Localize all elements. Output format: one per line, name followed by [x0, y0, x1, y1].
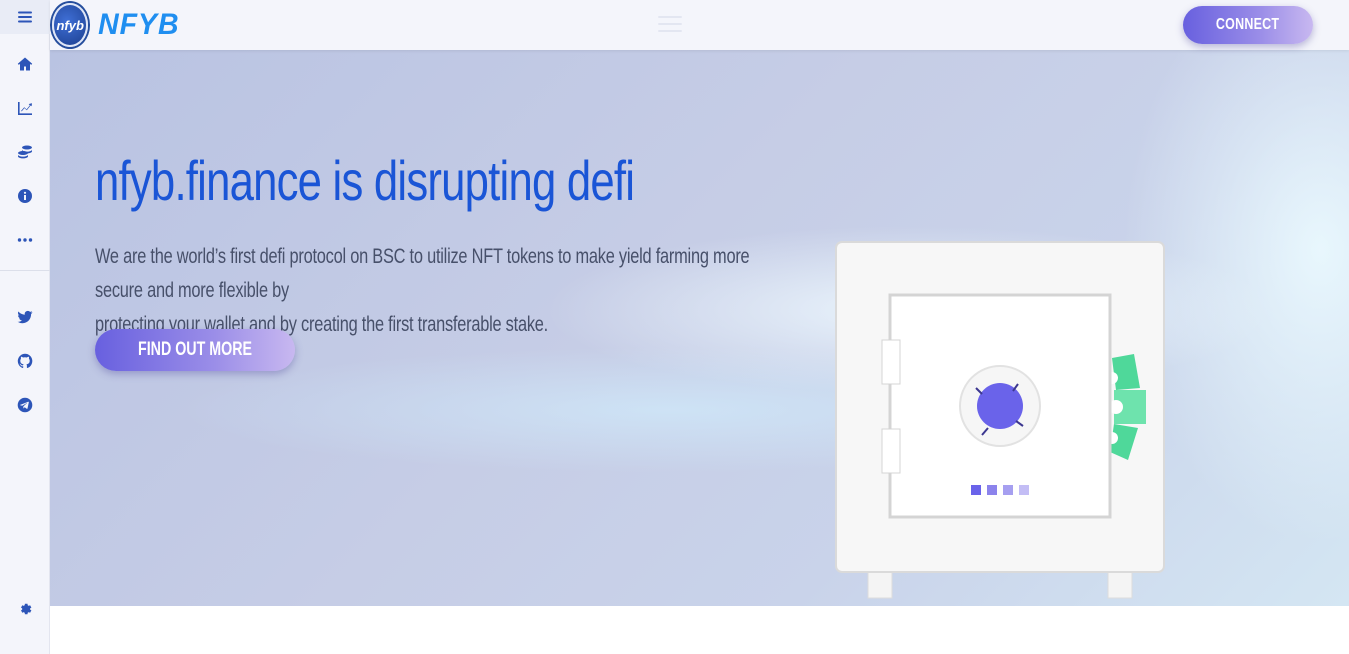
connect-button-label: CONNECT — [1216, 16, 1280, 33]
sidebar-item-more[interactable] — [0, 223, 50, 257]
coins-icon — [18, 145, 32, 159]
ellipsis-icon — [17, 238, 33, 242]
hamburger-icon — [658, 16, 682, 34]
logo[interactable]: nfyb NFYB — [52, 2, 182, 48]
sidebar-item-coins[interactable] — [0, 135, 50, 169]
sidebar-item-info[interactable] — [0, 179, 50, 213]
chart-line-icon — [18, 102, 32, 115]
logo-mark: nfyb — [52, 3, 89, 47]
safe-illustration — [835, 241, 1165, 599]
hero-description-line-1: We are the world’s first defi protocol o… — [95, 245, 750, 302]
sidebar-item-telegram[interactable] — [0, 388, 50, 422]
hero-section: nfyb.finance is disrupting defi We are t… — [50, 50, 1349, 606]
menu-toggle-button[interactable] — [0, 0, 50, 34]
hero-description: We are the world’s first defi protocol o… — [95, 240, 797, 342]
bars-icon — [18, 11, 32, 23]
logo-text: NFYB — [98, 8, 180, 41]
find-out-more-button[interactable]: FIND OUT MORE — [95, 329, 295, 371]
sidebar — [0, 0, 50, 654]
info-icon — [18, 189, 32, 203]
content-area — [50, 606, 1349, 654]
sidebar-item-settings[interactable] — [0, 592, 50, 626]
telegram-icon — [17, 397, 33, 413]
top-header: nfyb NFYB CONNECT — [50, 0, 1349, 50]
sidebar-item-twitter[interactable] — [0, 300, 50, 334]
sidebar-item-github[interactable] — [0, 344, 50, 378]
connect-wallet-button[interactable]: CONNECT — [1183, 6, 1313, 44]
sidebar-item-chart[interactable] — [0, 91, 50, 125]
twitter-icon — [17, 310, 33, 324]
hero-title: nfyb.finance is disrupting defi — [95, 149, 635, 212]
github-icon — [17, 353, 33, 369]
home-icon — [17, 57, 33, 71]
sidebar-item-home[interactable] — [0, 47, 50, 81]
sidebar-divider — [0, 270, 50, 271]
gear-icon — [21, 603, 32, 615]
find-out-more-label: FIND OUT MORE — [138, 339, 252, 360]
